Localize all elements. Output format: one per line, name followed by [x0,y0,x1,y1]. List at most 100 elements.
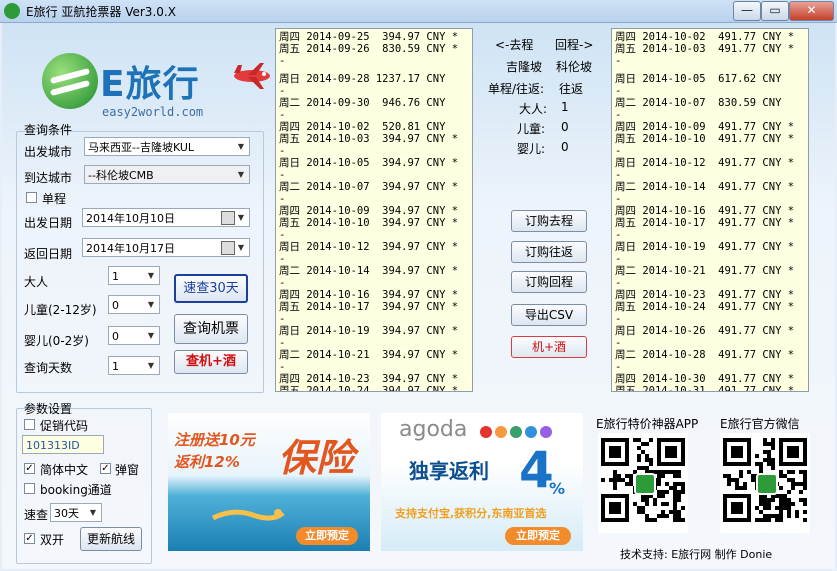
flight-row[interactable]: 周二 2014-10-14 491.77 CNY * [615,181,794,193]
flight-row[interactable]: 周四 2014-10-23 394.97 CNY * [279,373,458,385]
flight-row[interactable]: 周四 2014-10-16 491.77 CNY * [615,205,794,217]
infant-select[interactable]: 0 ▼ [108,326,160,345]
arrive-city-value: --科伦坡CMB [88,169,154,182]
query-tickets-button[interactable]: 查询机票 [174,314,248,344]
flight-row[interactable]: 周二 2014-10-14 394.97 CNY * [279,265,458,277]
flight-row[interactable]: 周二 2014-09-30 946.76 CNY [279,97,445,109]
flight-row[interactable]: 周二 2014-10-21 394.97 CNY * [279,349,458,361]
flight-row[interactable]: 周二 2014-10-21 491.77 CNY * [615,265,794,277]
qr-module [727,482,731,486]
flight-row[interactable]: 周五 2014-10-10 394.97 CNY * [279,217,458,229]
popup-checkbox[interactable]: ✓ [100,463,111,474]
maximize-button[interactable]: ▭ [761,1,789,21]
flight-row[interactable]: 周四 2014-10-09 491.77 CNY * [615,121,794,133]
banner1-cta[interactable]: 立即预定 [296,527,358,545]
chevron-down-icon: ▼ [147,331,155,340]
book-outbound-button[interactable]: 订购去程 [511,210,587,232]
child-select[interactable]: 0 ▼ [108,295,160,314]
flight-row[interactable]: 周日 2014-10-12 491.77 CNY * [615,157,794,169]
qr-module [649,462,653,466]
flight-row[interactable]: 周四 2014-10-16 394.97 CNY * [279,289,458,301]
close-button[interactable]: ✕ [789,1,834,21]
agoda-banner[interactable]: agoda 独享返利 4 % 支持支付宝,获积分,东南亚首选 立即预定 [381,413,583,551]
flight-row[interactable]: 周四 2014-10-02 491.77 CNY * [615,31,794,43]
booking-channel-checkbox[interactable] [24,483,35,494]
title-bar[interactable]: E旅行 亚航抢票器 Ver3.0.X — ▭ ✕ [0,0,837,23]
oneway-checkbox[interactable] [26,192,37,203]
qr-module [803,518,807,522]
flight-row[interactable]: 周日 2014-10-19 491.77 CNY * [615,241,794,253]
flight-row[interactable]: 周五 2014-09-26 830.59 CNY * [279,43,458,55]
flight-row[interactable]: 周日 2014-10-05 394.97 CNY * [279,157,458,169]
flight-row[interactable]: 周日 2014-09-28 1237.17 CNY [279,73,445,85]
adult-value: 1 [112,270,119,283]
flight-row[interactable]: 周五 2014-10-03 394.97 CNY * [279,133,458,145]
wechat-qr-title: E旅行官方微信 [720,417,800,431]
flight-row-text: 周日 2014-10-19 491.77 CNY * [615,241,795,253]
qr-module [681,518,685,522]
flight-row[interactable]: 周五 2014-10-31 491.77 CNY * [615,385,794,391]
flight-row-text: 周日 2014-10-12 491.77 CNY * [615,157,795,169]
flight-row[interactable]: 周四 2014-10-23 491.77 CNY * [615,289,794,301]
flight-row[interactable]: 周五 2014-10-10 491.77 CNY * [615,133,794,145]
depart-date-picker[interactable]: 2014年10月10日 ▼ [82,208,250,227]
flight-row[interactable]: 周五 2014-10-17 394.97 CNY * [279,301,458,313]
flight-row[interactable]: 周四 2014-10-30 491.77 CNY * [615,373,794,385]
flight-row[interactable]: 周四 2014-10-02 520.81 CNY [279,121,445,133]
flight-row-text: 周五 2014-10-24 491.77 CNY * [615,301,795,313]
simplified-chinese-checkbox[interactable]: ✓ [24,463,35,474]
flight-row[interactable]: 周五 2014-10-24 394.97 CNY * [279,385,458,391]
flight-row-text: 周日 2014-10-19 394.97 CNY * [279,325,459,337]
flight-row[interactable]: 周四 2014-09-25 394.97 CNY * [279,31,458,43]
fast-30-days-button[interactable]: 速查30天 [174,274,248,303]
dual-open-checkbox[interactable]: ✓ [24,533,35,544]
qr-finder [665,446,677,458]
flight-row[interactable]: 周五 2014-10-24 491.77 CNY * [615,301,794,313]
chevron-down-icon: ▼ [147,271,155,280]
outbound-flight-list[interactable]: 周四 2014-09-25 394.97 CNY * 周五 2014-09-26 … [275,28,473,392]
banner2-cta[interactable]: 立即预定 [505,527,571,545]
child-label: 儿童(2-12岁) [24,303,97,317]
flight-row[interactable]: 周日 2014-10-26 491.77 CNY * [615,325,794,337]
promo-code-input[interactable]: 101313ID [22,435,104,454]
book-return-button[interactable]: 订购回程 [511,271,587,293]
arrive-city-select[interactable]: --科伦坡CMB ▼ [84,165,250,184]
book-roundtrip-button[interactable]: 订购往返 [511,241,587,263]
flight-row-text: 周日 2014-10-26 491.77 CNY * [615,325,795,337]
flight-hotel-button[interactable]: 机+酒 [511,336,587,358]
export-csv-button[interactable]: 导出CSV [511,304,587,326]
flight-row[interactable]: 周五 2014-10-17 491.77 CNY * [615,217,794,229]
query-days-select[interactable]: 1 ▼ [108,356,160,375]
flight-row[interactable]: 周四 2014-10-09 394.97 CNY * [279,205,458,217]
separator-dash: - [279,361,286,373]
flight-row[interactable]: 周日 2014-10-05 617.62 CNY [615,73,781,85]
flight-row[interactable]: 周二 2014-10-07 394.97 CNY * [279,181,458,193]
return-date-picker[interactable]: 2014年10月17日 ▼ [82,238,250,257]
separator-dash: - [279,145,286,157]
flight-row[interactable]: 周日 2014-10-19 394.97 CNY * [279,325,458,337]
depart-city-select[interactable]: 马来西亚--吉隆坡KUL ▼ [84,137,250,156]
adult-select[interactable]: 1 ▼ [108,266,160,285]
agoda-logo-text: agoda [399,417,468,442]
etravel-logo: E旅行 easy2world.com [42,53,272,133]
promo-checkbox[interactable] [24,419,35,430]
update-routes-button[interactable]: 更新航线 [80,527,142,551]
flight-row-text: 周五 2014-10-17 491.77 CNY * [615,217,795,229]
qr-finder [731,502,743,514]
app-qr-code [598,433,688,533]
flight-hotel-query-button[interactable]: 查机+酒 [174,350,248,374]
airplane-icon [234,63,270,89]
insurance-banner[interactable]: 注册送10元 返利12% 保险 立即预定 [168,413,370,551]
flight-row[interactable]: 周日 2014-10-12 394.97 CNY * [279,241,458,253]
query-days-label: 查询天数 [24,361,73,375]
flight-row[interactable]: 周二 2014-10-07 830.59 CNY [615,97,781,109]
flight-row[interactable]: 周二 2014-10-28 491.77 CNY * [615,349,794,361]
qr-module [681,490,685,494]
separator-dash: - [615,229,622,241]
flight-row[interactable]: 周五 2014-10-03 491.77 CNY * [615,43,794,55]
qr-module [791,470,795,474]
minimize-button[interactable]: — [733,1,761,21]
return-flight-list[interactable]: 周四 2014-10-02 491.77 CNY * 周五 2014-10-03 … [611,28,809,392]
qr-module [779,518,783,522]
speed-select[interactable]: 30天 ▼ [50,503,102,522]
